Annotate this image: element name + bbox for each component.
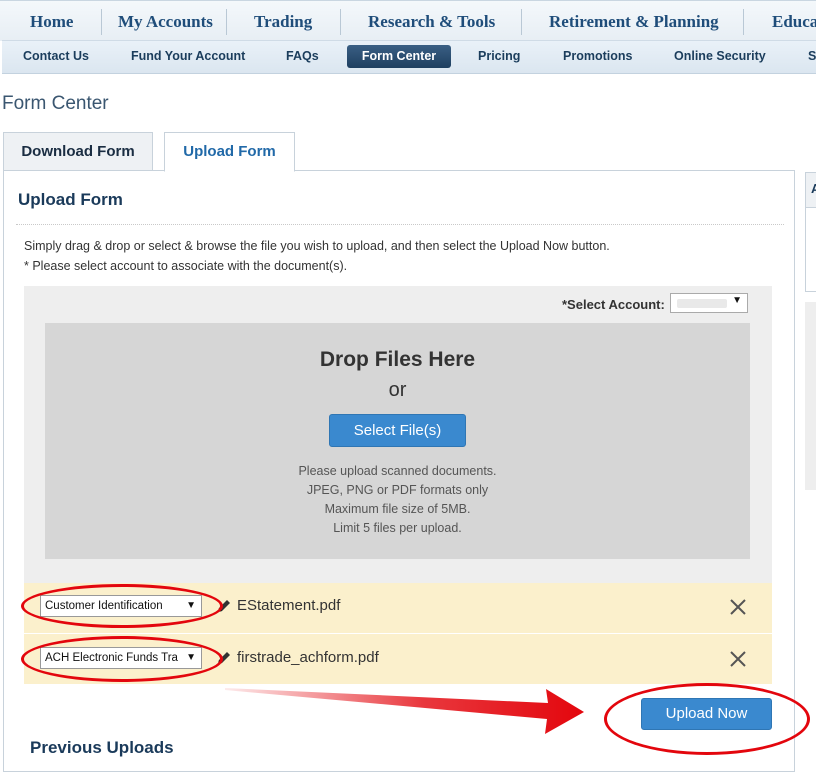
side-panel-label: A xyxy=(811,181,816,196)
highlight-oval xyxy=(21,584,223,628)
side-panel-header: A xyxy=(806,173,816,208)
highlight-oval xyxy=(604,683,810,755)
tab-upload-form[interactable]: Upload Form xyxy=(164,132,295,172)
previous-uploads-heading: Previous Uploads xyxy=(30,738,174,757)
highlight-oval xyxy=(21,636,223,682)
side-panel-gray xyxy=(805,302,816,490)
side-panel: A xyxy=(805,172,816,292)
